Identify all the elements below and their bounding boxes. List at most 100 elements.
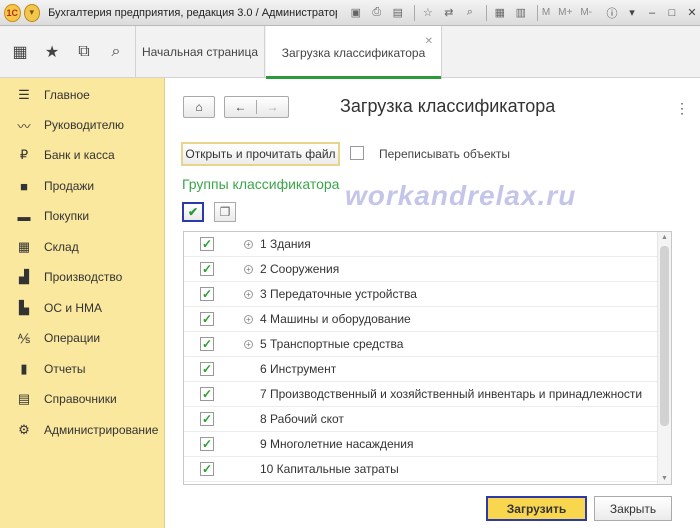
expand-icon[interactable]: + <box>244 339 253 349</box>
expand-icon[interactable]: + <box>244 264 253 274</box>
watermark-text: workandrelax.ru <box>345 180 577 211</box>
calculator-icon[interactable]: ▦ <box>491 4 509 22</box>
row-checkbox[interactable]: ✓ <box>200 387 214 401</box>
list-item[interactable]: ✓ + 3 Передаточные устройства <box>184 282 659 307</box>
menu-icon: ☰ <box>18 87 30 102</box>
truck-icon: ▙ <box>19 300 29 315</box>
chevron-down-icon[interactable]: ▾ <box>624 5 640 21</box>
app-logo-icon: 1С <box>4 3 21 22</box>
row-checkbox[interactable]: ✓ <box>200 237 214 251</box>
list-item[interactable]: ✓ 6 Инструмент <box>184 357 659 382</box>
forward-arrow-icon[interactable]: → <box>257 100 288 114</box>
tab-home-label: Начальная страница <box>141 45 259 59</box>
print-icon[interactable]: ⎙ <box>368 4 386 22</box>
open-read-file-button[interactable]: Открыть и прочитать файл <box>181 142 340 166</box>
list-item[interactable]: ✓ + 2 Сооружения <box>184 257 659 282</box>
sidebar-item-main[interactable]: ☰ Главное <box>0 80 165 110</box>
sidebar-item-operations[interactable]: ⅍ Операции <box>0 323 165 353</box>
favorites-star-icon[interactable]: ★ <box>40 39 64 65</box>
list-scrollbar[interactable]: ▲ ▼ <box>657 232 671 484</box>
rewrite-objects-checkbox[interactable] <box>350 146 364 160</box>
minimize-icon[interactable]: – <box>644 5 660 21</box>
close-icon[interactable]: ✕ <box>425 36 433 47</box>
list-item-label: 7 Производственный и хозяйственный инвен… <box>260 387 643 401</box>
list-item[interactable]: ✓ 9 Многолетние насаждения <box>184 432 659 457</box>
close-button[interactable]: Закрыть <box>594 496 672 521</box>
row-checkbox[interactable]: ✓ <box>200 262 214 276</box>
expand-icon[interactable]: + <box>244 289 253 299</box>
link-icon[interactable]: ⇄ <box>440 4 458 22</box>
info-icon[interactable]: ⓘ <box>604 5 620 21</box>
row-checkbox[interactable]: ✓ <box>200 337 214 351</box>
sidebar-item-label: Банк и касса <box>44 148 115 162</box>
copy-pages-icon: ❐ <box>219 205 231 219</box>
scroll-up-icon[interactable]: ▲ <box>661 234 668 241</box>
preview-icon[interactable]: ▤ <box>389 4 407 22</box>
uncheck-all-button[interactable]: ❐ <box>214 202 236 222</box>
tab-load-classifier[interactable]: Загрузка классификатора ✕ <box>266 26 442 79</box>
sidebar-item-bank[interactable]: ₽ Банк и касса <box>0 140 165 170</box>
sidebar-item-label: Администрирование <box>44 423 159 437</box>
row-checkbox[interactable]: ✓ <box>200 362 214 376</box>
list-item-label: 5 Транспортные средства <box>260 337 404 351</box>
sidebar-item-warehouse[interactable]: ▦ Склад <box>0 232 165 262</box>
list-item-label: 8 Рабочий скот <box>260 412 344 426</box>
row-checkbox[interactable]: ✓ <box>200 312 214 326</box>
check-all-button[interactable]: ✔ <box>182 202 204 222</box>
maximize-icon[interactable]: □ <box>664 5 680 21</box>
row-checkbox[interactable]: ✓ <box>200 287 214 301</box>
memory-mminus-button[interactable]: M- <box>580 7 592 18</box>
list-item-label: 4 Машины и оборудование <box>260 312 411 326</box>
list-item[interactable]: ✓ + 1 Здания <box>184 232 659 257</box>
sidebar-item-label: ОС и НМА <box>44 301 103 315</box>
sidebar-item-sales[interactable]: ■ Продажи <box>0 171 165 201</box>
sidebar-item-production[interactable]: ▟ Производство <box>0 262 165 292</box>
sidebar-item-manager[interactable]: 〰 Руководителю <box>0 110 165 140</box>
top-navigation: ▦ ★ ⧉ ⌕ Начальная страница Загрузка клас… <box>0 26 700 79</box>
apps-grid-icon[interactable]: ▦ <box>8 39 32 65</box>
scroll-down-icon[interactable]: ▼ <box>661 475 668 482</box>
memory-mplus-button[interactable]: M+ <box>558 7 572 18</box>
row-checkbox[interactable]: ✓ <box>200 462 214 476</box>
list-item[interactable]: ✓ 8 Рабочий скот <box>184 407 659 432</box>
sidebar-item-label: Главное <box>44 88 90 102</box>
close-window-icon[interactable]: ✕ <box>684 5 700 21</box>
home-button[interactable]: ⌂ <box>183 96 215 118</box>
gear-icon: ⚙ <box>18 422 30 437</box>
row-checkbox[interactable]: ✓ <box>200 437 214 451</box>
row-checkbox[interactable]: ✓ <box>200 412 214 426</box>
search-icon[interactable]: ⌕ <box>104 39 128 65</box>
bars-icon: ▮ <box>20 361 28 376</box>
sidebar-item-reports[interactable]: ▮ Отчеты <box>0 354 165 384</box>
scroll-thumb[interactable] <box>660 246 669 426</box>
history-icon[interactable]: ⧉ <box>72 39 96 65</box>
menu-dropdown-icon[interactable]: ▾ <box>23 3 41 22</box>
expand-icon[interactable]: + <box>244 239 253 249</box>
operations-icon: ⅍ <box>17 330 31 346</box>
sidebar-item-fixed-assets[interactable]: ▙ ОС и НМА <box>0 293 165 323</box>
list-item[interactable]: ✓ 10 Капитальные затраты <box>184 457 659 482</box>
calendar-icon[interactable]: ▥ <box>512 4 530 22</box>
list-item[interactable]: ✓ + 5 Транспортные средства <box>184 332 659 357</box>
search-icon[interactable]: ⌕ <box>461 4 479 22</box>
more-options-icon[interactable]: ⋮ <box>675 100 689 117</box>
sidebar-item-directories[interactable]: ▤ Справочники <box>0 384 165 414</box>
classifier-groups-title: Группы классификатора <box>182 176 340 192</box>
book-icon: ▤ <box>17 391 31 406</box>
sidebar-item-purchases[interactable]: ▬ Покупки <box>0 201 165 231</box>
save-icon[interactable]: ▣ <box>347 4 365 22</box>
check-all-icon: ✔ <box>187 205 199 219</box>
sidebar-item-administration[interactable]: ⚙ Администрирование <box>0 415 165 445</box>
window-titlebar: 1С ▾ Бухгалтерия предприятия, редакция 3… <box>0 0 700 26</box>
list-item-label: 6 Инструмент <box>260 362 337 376</box>
load-button[interactable]: Загрузить <box>486 496 587 521</box>
list-item-label: 9 Многолетние насаждения <box>260 437 414 451</box>
list-item[interactable]: ✓ 7 Производственный и хозяйственный инв… <box>184 382 659 407</box>
expand-icon[interactable]: + <box>244 314 253 324</box>
memory-m-button[interactable]: M <box>542 7 550 18</box>
tab-home[interactable]: Начальная страница <box>135 26 265 78</box>
star-icon[interactable]: ☆ <box>419 4 437 22</box>
factory-icon: ▟ <box>19 269 29 284</box>
back-arrow-icon[interactable]: ← <box>225 100 256 114</box>
list-item[interactable]: ✓ + 4 Машины и оборудование <box>184 307 659 332</box>
